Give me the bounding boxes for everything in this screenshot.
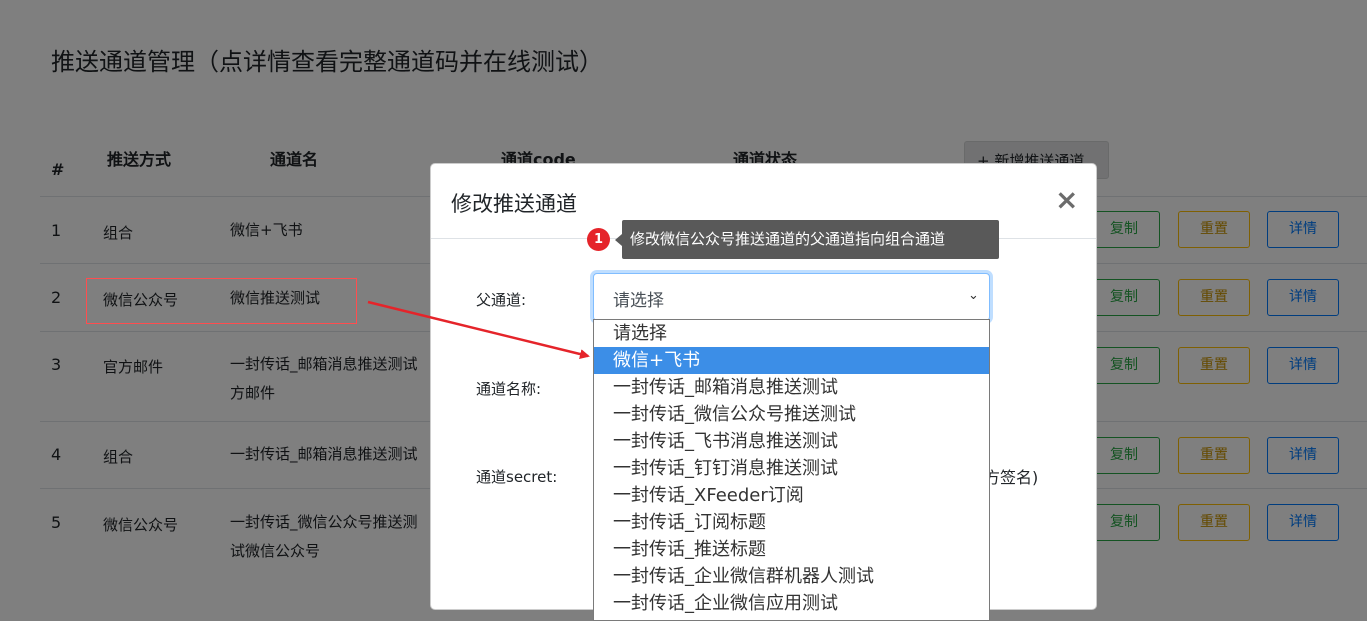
annotation-arrow-icon bbox=[367, 300, 590, 359]
